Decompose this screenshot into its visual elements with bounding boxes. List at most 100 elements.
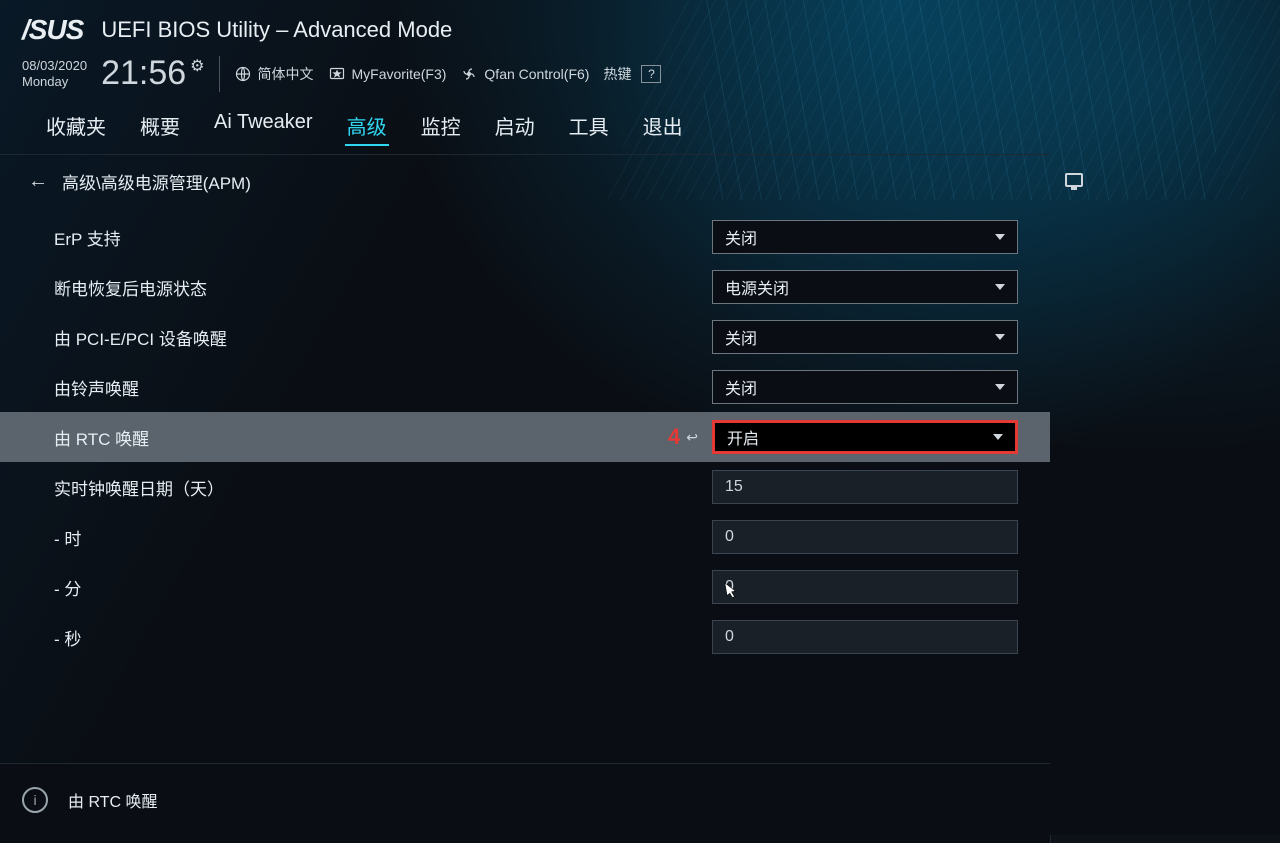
stat-label: APU Freq [1065, 280, 1145, 295]
setting-dropdown[interactable]: 关闭 [712, 320, 1018, 354]
stat-label: 比率 [1185, 280, 1265, 299]
stat: 频率 2133 MHz [1065, 412, 1145, 450]
dropdown-value: 关闭 [725, 225, 757, 249]
stat-value: 3000 MHz [1065, 259, 1145, 276]
tab-bar: 收藏夹概要 Ai Tweaker 高级监控启动工具退出 [0, 93, 1280, 154]
dropdown-value: 关闭 [725, 375, 757, 399]
content-pane: ← 高级\高级电源管理(APM) ErP 支持关闭断电恢复后电源状态电源关闭由 … [0, 154, 1050, 843]
gear-icon[interactable]: ⚙ [190, 56, 204, 76]
setting-input[interactable]: 0 [712, 620, 1018, 654]
setting-row-7: - 分0 [0, 562, 1050, 612]
date-text: 08/03/2020 [22, 58, 87, 74]
setting-label: 断电恢复后电源状态 [54, 275, 712, 300]
annotation-check-icon: ↩ [686, 429, 698, 446]
side-title: 硬件监控 [1091, 167, 1163, 193]
stat: 频率 3000 MHz [1065, 238, 1145, 276]
setting-input[interactable]: 0 [712, 570, 1018, 604]
volt-section-title: 电压 [1065, 515, 1266, 540]
stat-label: 温度 [1185, 238, 1265, 257]
dropdown-value: 开启 [727, 425, 759, 449]
page-title: UEFI BIOS Utility – Advanced Mode [101, 17, 452, 43]
tab-1[interactable]: 概要 [138, 107, 182, 146]
stat: +5V 4.796 V [1185, 548, 1265, 582]
weekday-text: Monday [22, 74, 87, 90]
tab-2[interactable]: Ai Tweaker [212, 107, 315, 146]
language-selector[interactable]: 简体中文 [234, 64, 314, 84]
setting-dropdown[interactable]: 关闭 [712, 220, 1018, 254]
setting-row-2: 由 PCI-E/PCI 设备唤醒关闭 [0, 312, 1050, 362]
stat-value: 1.200 V [1185, 433, 1265, 450]
setting-input[interactable]: 0 [712, 520, 1018, 554]
qfan-button[interactable]: Qfan Control(F6) [460, 65, 589, 83]
stat: 温度 47°C [1185, 238, 1265, 276]
divider [219, 56, 220, 92]
tab-4[interactable]: 监控 [419, 107, 463, 146]
tab-5[interactable]: 启动 [493, 107, 537, 146]
setting-label: 实时钟唤醒日期（天） [54, 475, 712, 500]
stat-label: 电压 [1185, 412, 1265, 431]
stat-label: +3.3V [1065, 586, 1145, 601]
help-footer: i 由 RTC 唤醒 [0, 763, 1050, 835]
stat-row: APU Freq100.0 MHz 比率 30x [1065, 280, 1266, 318]
brand-logo: /SUS [22, 14, 83, 46]
stat-label: 频率 [1065, 238, 1145, 257]
chevron-down-icon [995, 384, 1005, 390]
hotkey-button[interactable]: 热键 ? [603, 64, 661, 84]
stat: +12V 11.902 V [1065, 548, 1145, 582]
monitor-icon [1065, 173, 1083, 187]
stat-label: +12V [1065, 548, 1145, 563]
chevron-down-icon [995, 334, 1005, 340]
tab-3[interactable]: 高级 [345, 107, 389, 146]
back-arrow-icon[interactable]: ← [28, 170, 48, 193]
chevron-down-icon [995, 284, 1005, 290]
stat-value: 3.313 V [1065, 603, 1145, 620]
date-block: 08/03/2020 Monday [22, 58, 87, 89]
stat: APU Freq100.0 MHz [1065, 280, 1145, 318]
stat-label: 频率 [1065, 412, 1145, 431]
tab-6[interactable]: 工具 [567, 107, 611, 146]
myfavorite-button[interactable]: MyFavorite(F3) [328, 65, 447, 83]
stat-value: 2133 MHz [1065, 433, 1145, 450]
settings-list: ErP 支持关闭断电恢复后电源状态电源关闭由 PCI-E/PCI 设备唤醒关闭由… [0, 208, 1050, 666]
stat-value: 4096 MB [1065, 475, 1145, 492]
stat-value: 11.902 V [1065, 565, 1145, 582]
breadcrumb-text: 高级\高级电源管理(APM) [62, 169, 251, 194]
stat-label: +5V [1185, 548, 1265, 563]
setting-row-1: 断电恢复后电源状态电源关闭 [0, 262, 1050, 312]
setting-input[interactable]: 15 [712, 470, 1018, 504]
chevron-down-icon [993, 434, 1003, 440]
setting-row-5: 实时钟唤醒日期（天）15 [0, 462, 1050, 512]
hardware-monitor-panel: 硬件监控 处理器 频率 3000 MHz 温度 47°C APU Freq100.0 M… [1050, 154, 1280, 843]
header: /SUS UEFI BIOS Utility – Advanced Mode 0… [0, 0, 1280, 93]
stat: +3.3V 3.313 V [1065, 586, 1145, 620]
annotation-marker: 4 [668, 424, 680, 450]
globe-icon [234, 65, 252, 83]
setting-dropdown[interactable]: 开启 [712, 420, 1018, 454]
stat-value: 30x [1185, 301, 1265, 318]
info-icon: i [22, 787, 48, 813]
cpu-section-title: 处理器 [1065, 205, 1266, 230]
stat-label: 容量 [1065, 454, 1145, 473]
breadcrumb: ← 高级\高级电源管理(APM) [0, 155, 1050, 208]
stat-value: 47°C [1185, 259, 1265, 276]
stat-row: +3.3V 3.313 V [1065, 586, 1266, 620]
stat: 电压 1.200 V [1185, 412, 1265, 450]
stat-value: 4.796 V [1185, 565, 1265, 582]
stat: 容量 4096 MB [1065, 454, 1145, 492]
tab-0[interactable]: 收藏夹 [44, 107, 108, 146]
stat-row: 频率 3000 MHz 温度 47°C [1065, 238, 1266, 276]
stat-row: 容量 4096 MB [1065, 454, 1266, 492]
stat-row: +12V 11.902 V +5V 4.796 V [1065, 548, 1266, 582]
help-text: 由 RTC 唤醒 [68, 788, 158, 812]
setting-dropdown[interactable]: 电源关闭 [712, 270, 1018, 304]
star-icon [328, 65, 346, 83]
setting-label: - 分 [54, 575, 712, 600]
tab-7[interactable]: 退出 [641, 107, 685, 146]
divider [1065, 502, 1266, 503]
main-area: ← 高级\高级电源管理(APM) ErP 支持关闭断电恢复后电源状态电源关闭由 … [0, 154, 1280, 843]
setting-label: - 时 [54, 525, 712, 550]
setting-row-4: 由 RTC 唤醒4↩开启 [0, 412, 1050, 462]
setting-dropdown[interactable]: 关闭 [712, 370, 1018, 404]
chevron-down-icon [995, 234, 1005, 240]
stat-label: Vcore [1065, 322, 1145, 337]
